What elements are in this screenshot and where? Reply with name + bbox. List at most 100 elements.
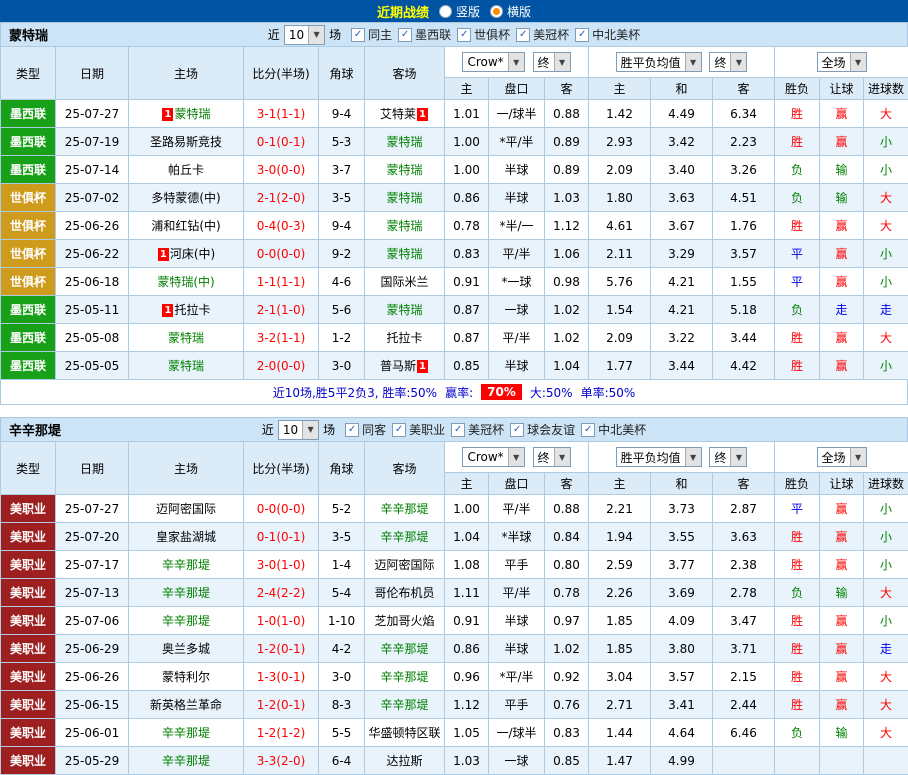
select-value: 胜平负均值 <box>617 448 685 466</box>
filter-checkbox[interactable]: ✓墨西联 <box>398 26 451 43</box>
filter-checkbox[interactable]: ✓同主 <box>351 26 392 43</box>
filter-checkbox[interactable]: ✓中北美杯 <box>575 26 640 43</box>
home-team[interactable]: 辛辛那堤 <box>129 719 244 747</box>
scope-select[interactable]: 全场▼ <box>817 447 867 467</box>
home-team[interactable]: 浦和红钻(中) <box>129 212 244 240</box>
chevron-down-icon: ▼ <box>508 448 524 466</box>
filter-checkbox[interactable]: ✓同客 <box>345 421 386 438</box>
away-team[interactable]: 芝加哥火焰 <box>365 607 445 635</box>
avg-odds-select[interactable]: 胜平负均值▼ <box>616 52 702 72</box>
away-team[interactable]: 达拉斯 <box>365 747 445 775</box>
select-value: 终 <box>710 448 730 466</box>
checkbox-icon[interactable]: ✓ <box>392 423 406 437</box>
checkbox-icon[interactable]: ✓ <box>516 28 530 42</box>
away-team[interactable]: 普马斯1 <box>365 352 445 380</box>
result-overunder: 大 <box>864 663 908 691</box>
filter-checkbox[interactable]: ✓美冠杯 <box>516 26 569 43</box>
away-team[interactable]: 哥伦布机员 <box>365 579 445 607</box>
avg-stage-select[interactable]: 终▼ <box>709 447 747 467</box>
odds-stage-select[interactable]: 终▼ <box>533 52 571 72</box>
home-team[interactable]: 蒙特瑞(中) <box>129 268 244 296</box>
match-count-select[interactable]: 10▼ <box>278 420 319 440</box>
home-team[interactable]: 帕丘卡 <box>129 156 244 184</box>
away-team[interactable]: 蒙特瑞 <box>365 128 445 156</box>
league-type: 美职业 <box>1 635 56 663</box>
home-team[interactable]: 皇家盐湖城 <box>129 523 244 551</box>
match-count-select[interactable]: 10▼ <box>284 25 325 45</box>
bookmaker-select[interactable]: Crow*▼ <box>462 52 524 72</box>
away-team[interactable]: 蒙特瑞 <box>365 184 445 212</box>
away-team[interactable]: 辛辛那堤 <box>365 691 445 719</box>
filter-checkbox[interactable]: ✓美冠杯 <box>451 421 504 438</box>
home-team[interactable]: 辛辛那堤 <box>129 579 244 607</box>
home-team[interactable]: 1托拉卡 <box>129 296 244 324</box>
away-team[interactable]: 辛辛那堤 <box>365 523 445 551</box>
home-team[interactable]: 蒙特瑞 <box>129 324 244 352</box>
away-team[interactable]: 蒙特瑞 <box>365 240 445 268</box>
result-outcome: 胜 <box>775 212 820 240</box>
home-team[interactable]: 蒙特瑞 <box>129 352 244 380</box>
home-team[interactable]: 辛辛那堤 <box>129 551 244 579</box>
team-label: 托拉卡 <box>386 331 422 345</box>
avg-stage-select[interactable]: 终▼ <box>709 52 747 72</box>
result-outcome: 胜 <box>775 691 820 719</box>
odds-stage-select[interactable]: 终▼ <box>533 447 571 467</box>
chevron-down-icon: ▼ <box>508 53 524 71</box>
filter-checkbox[interactable]: ✓美职业 <box>392 421 445 438</box>
summary-win-rate: 70% <box>481 384 522 400</box>
home-team[interactable]: 多特蒙德(中) <box>129 184 244 212</box>
home-team[interactable]: 圣路易斯竞技 <box>129 128 244 156</box>
checkbox-icon[interactable]: ✓ <box>510 423 524 437</box>
result-handicap: 赢 <box>820 128 864 156</box>
away-team[interactable]: 蒙特瑞 <box>365 156 445 184</box>
checkbox-icon[interactable]: ✓ <box>398 28 412 42</box>
away-team[interactable]: 辛辛那堤 <box>365 495 445 523</box>
checkbox-label: 中北美杯 <box>598 421 646 438</box>
checkbox-icon[interactable]: ✓ <box>457 28 471 42</box>
checkbox-icon[interactable]: ✓ <box>345 423 359 437</box>
home-team[interactable]: 辛辛那堤 <box>129 747 244 775</box>
home-team[interactable]: 奥兰多城 <box>129 635 244 663</box>
away-team[interactable]: 艾特莱1 <box>365 100 445 128</box>
home-team[interactable]: 1河床(中) <box>129 240 244 268</box>
home-team[interactable]: 新英格兰革命 <box>129 691 244 719</box>
result-overunder: 大 <box>864 100 908 128</box>
radio-icon[interactable] <box>439 5 452 18</box>
home-team[interactable]: 蒙特利尔 <box>129 663 244 691</box>
home-team[interactable]: 迈阿密国际 <box>129 495 244 523</box>
radio-icon[interactable] <box>490 5 503 18</box>
layout-radio-horizontal[interactable]: 横版 <box>490 3 531 20</box>
eu-draw-odds: 4.21 <box>651 268 713 296</box>
checkbox-icon[interactable]: ✓ <box>451 423 465 437</box>
home-team[interactable]: 1蒙特瑞 <box>129 100 244 128</box>
away-team[interactable]: 托拉卡 <box>365 324 445 352</box>
checkbox-icon[interactable]: ✓ <box>351 28 365 42</box>
result-handicap: 赢 <box>820 100 864 128</box>
match-score: 3-3(2-0) <box>244 747 319 775</box>
filter-checkbox[interactable]: ✓中北美杯 <box>581 421 646 438</box>
away-team[interactable]: 辛辛那堤 <box>365 635 445 663</box>
eu-home-odds: 1.94 <box>589 523 651 551</box>
filter-checkbox[interactable]: ✓球会友谊 <box>510 421 575 438</box>
eu-away-odds: 2.15 <box>713 663 775 691</box>
filter-checkbox[interactable]: ✓世俱杯 <box>457 26 510 43</box>
checkbox-icon[interactable]: ✓ <box>575 28 589 42</box>
team-label: 哥伦布机员 <box>374 586 434 600</box>
away-team[interactable]: 迈阿密国际 <box>365 551 445 579</box>
away-team[interactable]: 蒙特瑞 <box>365 212 445 240</box>
away-team[interactable]: 蒙特瑞 <box>365 296 445 324</box>
home-team[interactable]: 辛辛那堤 <box>129 607 244 635</box>
away-team[interactable]: 辛辛那堤 <box>365 663 445 691</box>
chevron-down-icon: ▼ <box>730 448 746 466</box>
layout-radio-vertical[interactable]: 竖版 <box>439 3 480 20</box>
away-team[interactable]: 华盛顿特区联 <box>365 719 445 747</box>
bookmaker-select[interactable]: Crow*▼ <box>462 447 524 467</box>
avg-odds-select[interactable]: 胜平负均值▼ <box>616 447 702 467</box>
scope-select[interactable]: 全场▼ <box>817 52 867 72</box>
match-date: 25-05-08 <box>56 324 129 352</box>
match-date: 25-06-29 <box>56 635 129 663</box>
checkbox-icon[interactable]: ✓ <box>581 423 595 437</box>
away-team[interactable]: 国际米兰 <box>365 268 445 296</box>
col-header-goals-result: 进球数 <box>864 473 908 495</box>
eu-home-odds: 2.09 <box>589 156 651 184</box>
